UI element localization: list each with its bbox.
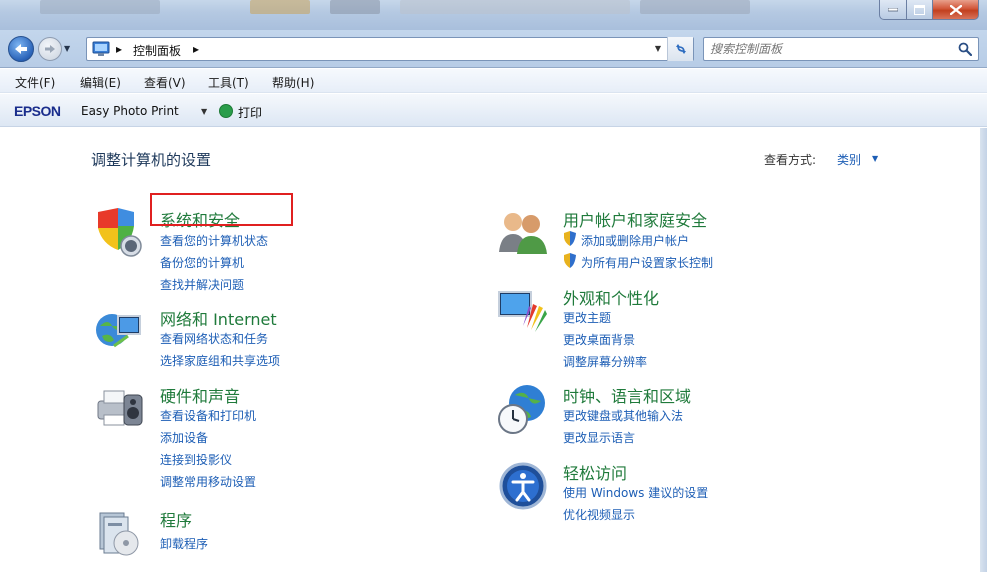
menu-tools[interactable]: 工具(T) [208,74,249,91]
link-change-keyboard-input[interactable]: 更改键盘或其他输入法 [563,407,683,424]
view-by-category-link[interactable]: 类别 [837,151,861,168]
breadcrumb-separator[interactable]: ▸ [193,42,199,56]
link-change-display-language[interactable]: 更改显示语言 [563,429,635,446]
minimize-icon [888,7,898,11]
menu-bar: 文件(F) 编辑(E) 查看(V) 工具(T) 帮助(H) [0,69,987,93]
window-title-bar[interactable] [0,0,987,30]
printer-icon[interactable] [94,383,146,435]
link-optimize-video-display[interactable]: 优化视频显示 [563,506,635,523]
epson-dropdown-icon[interactable]: ▼ [201,107,207,116]
category-title-clock-language-region[interactable]: 时钟、语言和区域 [563,383,691,407]
control-panel-content: 调整计算机的设置 查看方式: 类别 ▼ 系统和安全 查看您的计算机状态 备份您的… [0,128,987,572]
forward-button[interactable] [38,37,62,61]
arrow-left-icon [15,44,27,54]
link-windows-suggested-settings[interactable]: 使用 Windows 建议的设置 [563,484,708,501]
link-backup-computer[interactable]: 备份您的计算机 [160,254,244,271]
address-dropdown-icon[interactable]: ▼ [655,44,661,53]
menu-edit[interactable]: 编辑(E) [80,74,121,91]
easy-photo-print-button[interactable]: Easy Photo Print [81,104,179,118]
link-view-network-status[interactable]: 查看网络状态和任务 [160,330,268,347]
link-connect-projector[interactable]: 连接到投影仪 [160,451,232,468]
control-panel-icon [92,41,110,56]
maximize-button[interactable] [907,0,933,20]
category-title-appearance[interactable]: 外观和个性化 [563,285,659,309]
maximize-icon [914,4,925,15]
category-title-network-internet[interactable]: 网络和 Internet [160,306,277,330]
menu-help[interactable]: 帮助(H) [272,74,314,91]
epson-logo: EPSON [14,103,61,119]
link-view-computer-status[interactable]: 查看您的计算机状态 [160,232,268,249]
highlight-box [150,193,293,226]
uac-shield-icon [564,253,576,268]
link-homegroup-sharing[interactable]: 选择家庭组和共享选项 [160,352,280,369]
appearance-icon[interactable] [497,284,549,336]
background-blur [400,0,630,14]
arrow-right-icon [45,45,55,53]
history-dropdown-icon[interactable]: ▼ [64,44,70,53]
address-box[interactable]: ▸ 控制面板 ▸ ▼ [86,37,694,61]
background-blur [640,0,750,14]
back-button[interactable] [8,36,34,62]
menu-file[interactable]: 文件(F) [15,74,55,91]
clock-globe-icon[interactable] [497,383,549,435]
refresh-button[interactable] [667,37,693,61]
link-mobility-settings[interactable]: 调整常用移动设置 [160,473,256,490]
background-blur [40,0,160,14]
link-change-theme[interactable]: 更改主题 [563,309,611,326]
breadcrumb-separator: ▸ [116,42,123,56]
category-title-ease-of-access[interactable]: 轻松访问 [563,460,627,484]
background-blur [250,0,310,14]
search-box[interactable] [703,37,979,61]
link-add-device[interactable]: 添加设备 [160,429,208,446]
search-input[interactable] [710,40,946,58]
menu-view[interactable]: 查看(V) [144,74,186,91]
network-globe-icon[interactable] [94,306,146,358]
programs-icon[interactable] [94,507,146,559]
breadcrumb-control-panel[interactable]: 控制面板 [133,42,181,59]
view-by-dropdown-icon[interactable]: ▼ [872,154,878,163]
category-title-programs[interactable]: 程序 [160,507,192,531]
print-icon[interactable] [219,104,233,118]
minimize-button[interactable] [879,0,907,20]
link-adjust-resolution[interactable]: 调整屏幕分辨率 [563,353,647,370]
link-view-devices-printers[interactable]: 查看设备和打印机 [160,407,256,424]
users-icon[interactable] [497,206,549,258]
uac-shield-icon [564,231,576,246]
window-right-border [980,128,987,572]
epson-toolbar: EPSON Easy Photo Print ▼ 打印 [0,94,987,127]
ease-of-access-icon[interactable] [497,460,549,512]
close-button[interactable] [933,0,979,20]
address-toolbar: ▼ ▸ 控制面板 ▸ ▼ [0,30,987,68]
category-title-user-accounts[interactable]: 用户帐户和家庭安全 [563,207,707,231]
page-title: 调整计算机的设置 [91,151,212,169]
background-blur [330,0,380,14]
view-by-label: 查看方式: [764,153,817,167]
link-change-desktop-background[interactable]: 更改桌面背景 [563,331,635,348]
link-parental-controls[interactable]: 为所有用户设置家长控制 [581,254,713,271]
link-add-remove-user-accounts[interactable]: 添加或删除用户帐户 [581,232,689,249]
category-title-hardware-sound[interactable]: 硬件和声音 [160,383,240,407]
link-uninstall-program[interactable]: 卸载程序 [160,535,208,552]
close-icon [949,4,962,15]
refresh-icon [675,44,686,54]
print-button[interactable]: 打印 [238,104,262,121]
search-icon[interactable] [958,42,972,56]
link-find-fix-problems[interactable]: 查找并解决问题 [160,276,244,293]
shield-icon[interactable] [94,206,146,258]
